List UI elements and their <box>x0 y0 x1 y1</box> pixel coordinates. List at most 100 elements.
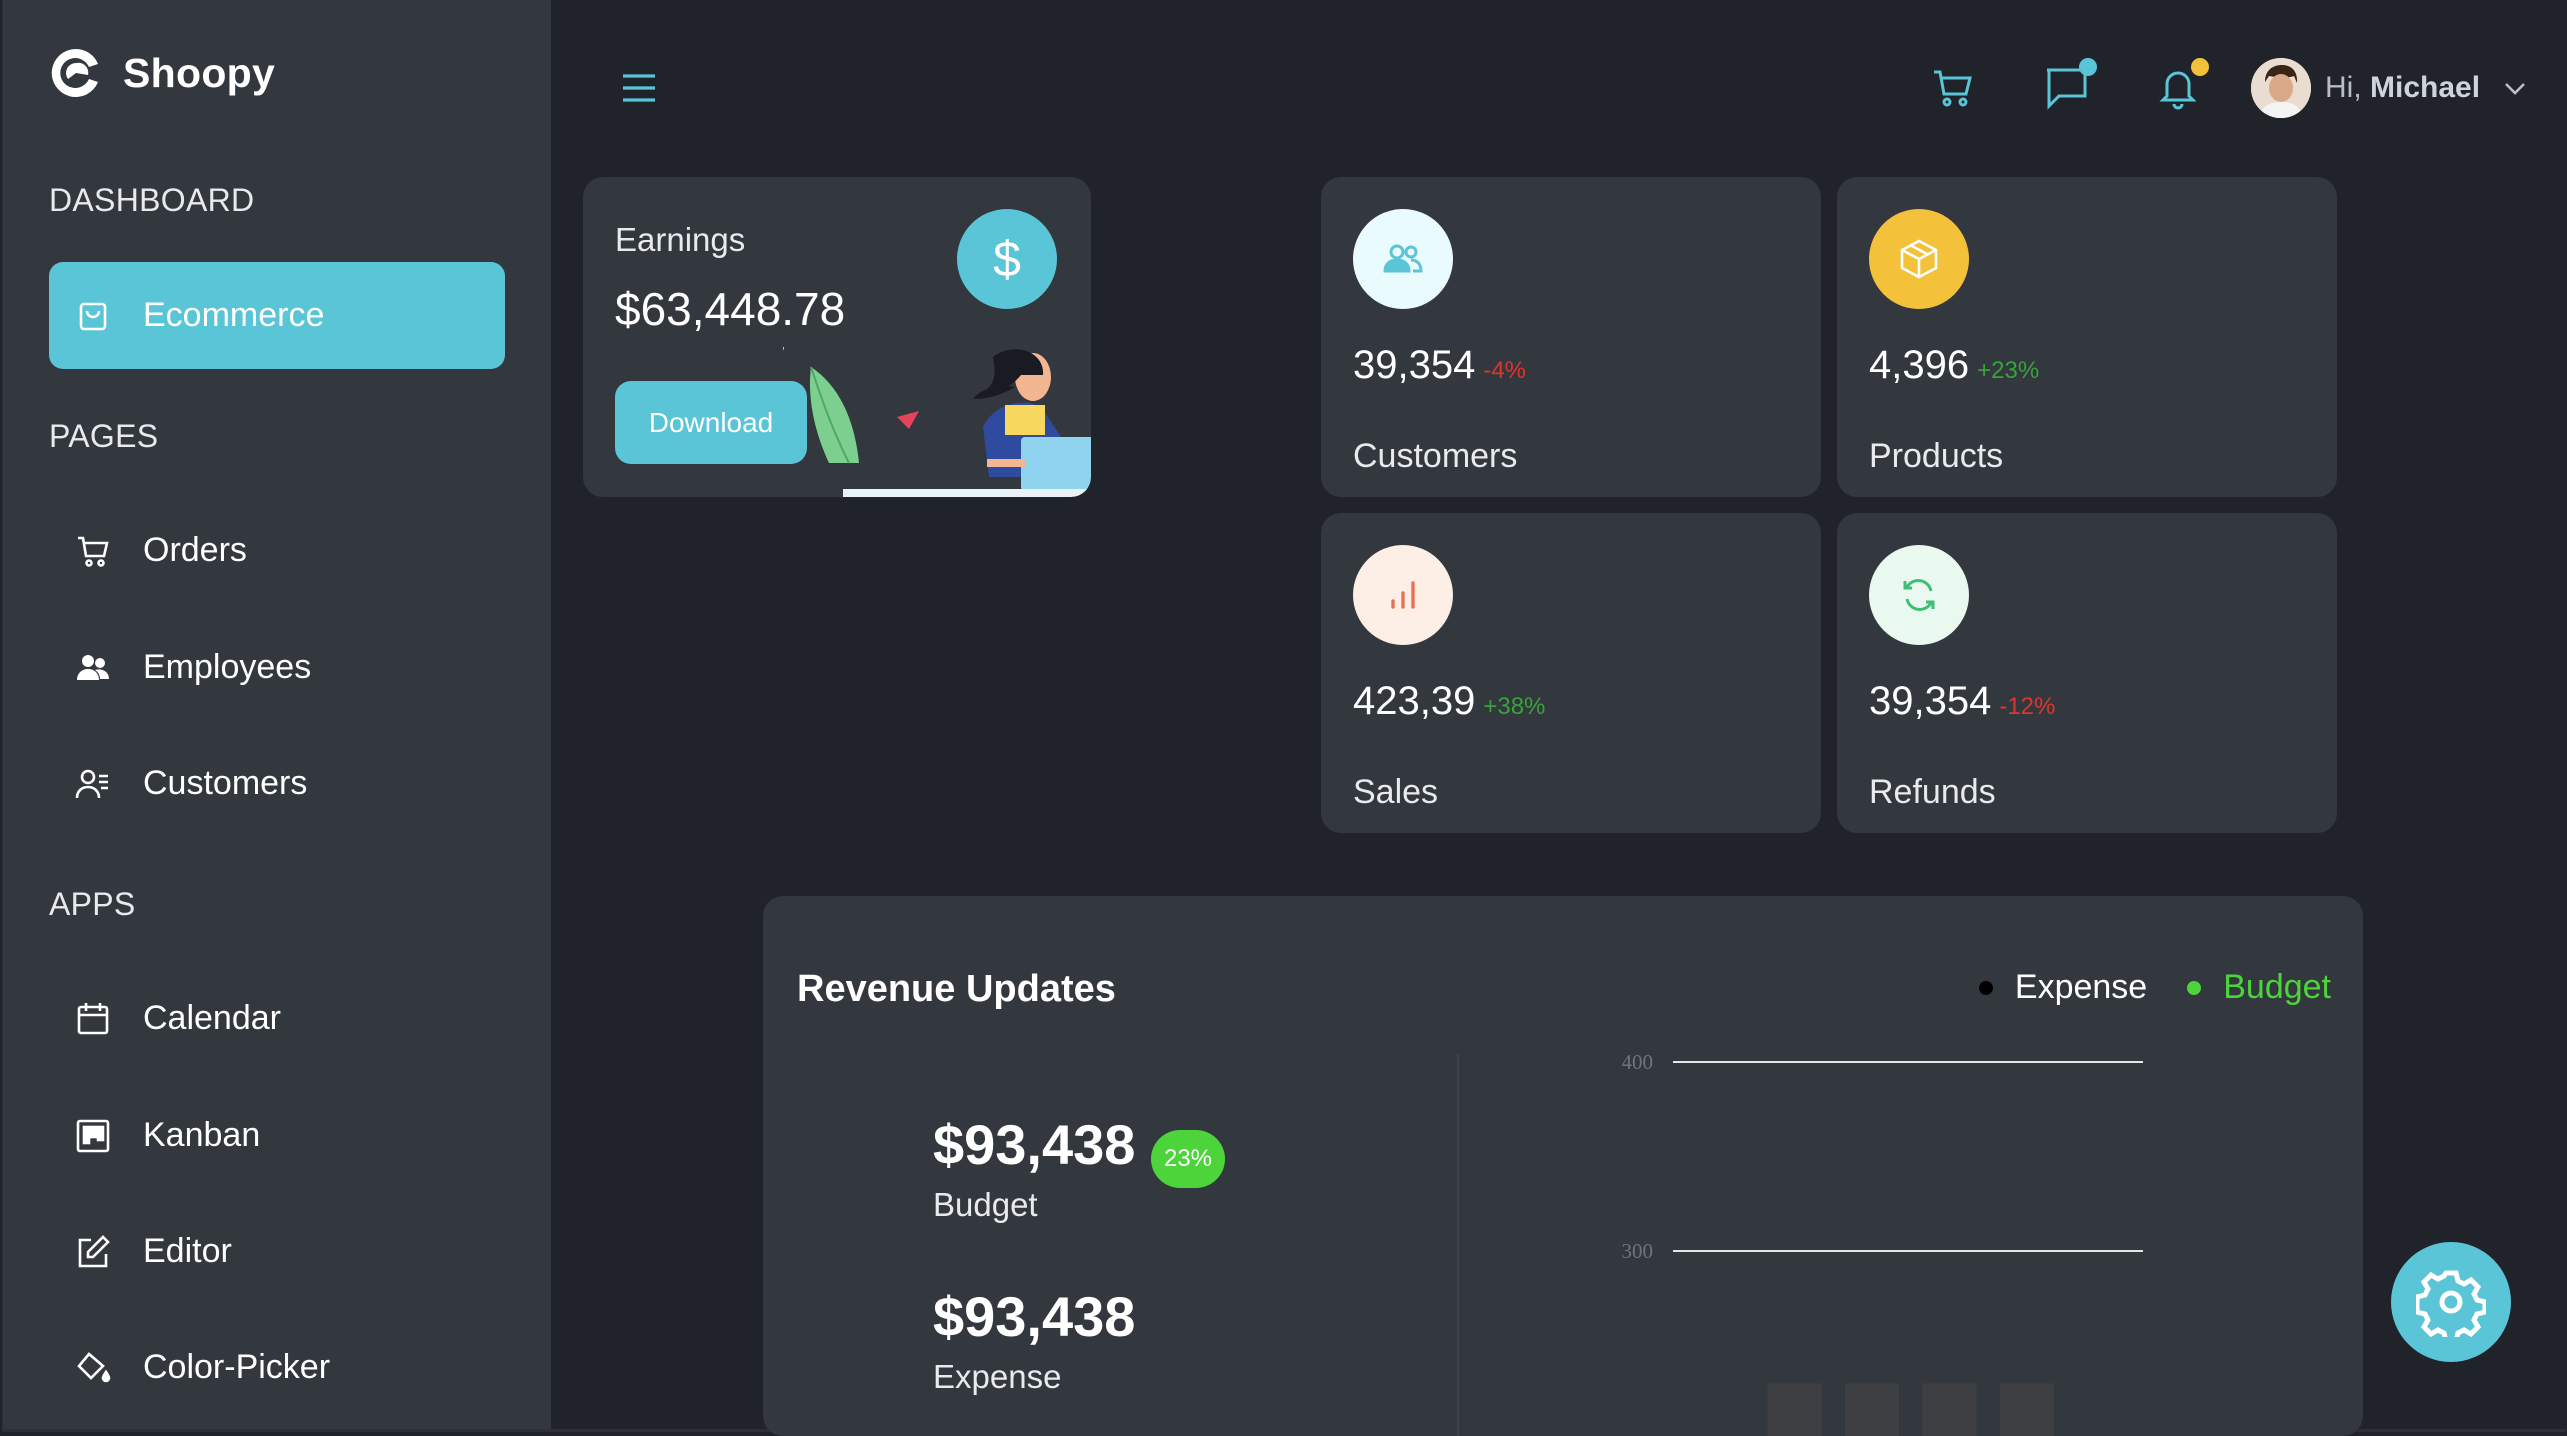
stat-icon-circle <box>1869 545 1969 645</box>
stat-value: 4,396 +23% <box>1869 343 2039 388</box>
stat-value: 39,354 -12% <box>1869 679 2055 724</box>
legend-item-expense[interactable]: Expense <box>1978 968 2148 1007</box>
settings-button[interactable] <box>2391 1242 2511 1362</box>
chevron-down-icon <box>2505 83 2525 95</box>
stat-change: +23% <box>1977 357 2040 384</box>
download-button[interactable]: Download <box>615 381 807 464</box>
stat-number: 39,354 <box>1869 679 1992 723</box>
earnings-title: Earnings <box>615 221 746 258</box>
chart-bar[interactable] <box>1922 1383 1977 1436</box>
sidebar-item-ecommerce[interactable]: Ecommerce <box>49 262 505 369</box>
stat-label: Customers <box>1353 437 1518 475</box>
budget-value: $93,438 <box>933 1113 1136 1176</box>
users-icon <box>1383 244 1423 273</box>
user-profile-menu[interactable]: Hi, Michael <box>2251 58 2528 118</box>
cart-icon <box>73 531 113 571</box>
divider <box>1457 1054 1459 1436</box>
sidebar-item-label: Kanban <box>143 1116 261 1154</box>
logo[interactable]: Shoopy <box>49 46 275 100</box>
legend-label: Budget <box>2223 968 2331 1006</box>
stat-card-products: 4,396 +23% Products <box>1837 177 2337 497</box>
sidebar-item-label: Customers <box>143 764 308 802</box>
y-tick-label: 400 <box>1622 1050 1654 1074</box>
budget-label: Budget <box>933 1186 1038 1223</box>
people-icon <box>73 648 113 688</box>
sidebar-item-label: Orders <box>143 531 247 569</box>
earnings-value: $63,448.78 <box>615 283 846 335</box>
legend-label: Expense <box>2014 968 2148 1006</box>
shopping-bag-icon <box>73 296 113 336</box>
chat-notification-dot <box>2079 58 2097 76</box>
legend-item-budget[interactable]: Budget <box>2187 968 2331 1007</box>
app-window: Shoopy DASHBOARD Ecommerce PAGES Orders … <box>2 0 2566 1436</box>
sidebar-item-label: Employees <box>143 648 312 686</box>
legend-dot <box>2187 980 2202 995</box>
stat-card-customers: 39,354 -4% Customers <box>1321 177 1821 497</box>
bar-chart-icon <box>1391 581 1415 609</box>
earnings-card: Earnings $63,448.78 $ Download <box>583 177 1091 497</box>
revenue-title: Revenue Updates <box>797 968 1116 1010</box>
revenue-updates-card: Revenue Updates Expense Budget $93,438 2… <box>763 896 2363 1436</box>
stat-card-refunds: 39,354 -12% Refunds <box>1837 513 2337 833</box>
customer-list-icon <box>73 764 113 804</box>
kanban-icon <box>73 1116 113 1156</box>
stat-label: Refunds <box>1869 773 1996 811</box>
refresh-icon <box>1903 579 1935 611</box>
greeting-label: Hi, <box>2325 71 2362 104</box>
gear-icon <box>2416 1270 2486 1337</box>
earnings-illustration <box>783 347 1091 497</box>
sidebar-item-employees[interactable]: Employees <box>49 614 505 721</box>
section-apps: APPS <box>49 886 136 922</box>
stat-value: 423,39 +38% <box>1353 679 1545 724</box>
dollar-icon: $ <box>957 209 1057 309</box>
sidebar: Shoopy DASHBOARD Ecommerce PAGES Orders … <box>3 0 551 1429</box>
y-tick-label: 300 <box>1622 1239 1654 1263</box>
sidebar-item-label: Editor <box>143 1232 232 1270</box>
menu-toggle-icon[interactable] <box>619 70 659 106</box>
edit-icon <box>73 1232 113 1272</box>
stat-change: -4% <box>1483 357 1527 384</box>
sidebar-item-color-picker[interactable]: Color-Picker <box>49 1314 505 1421</box>
section-dashboard: DASHBOARD <box>49 182 255 218</box>
bell-notification-dot <box>2191 58 2209 76</box>
budget-change-badge: 23% <box>1151 1130 1225 1188</box>
stat-change: -12% <box>1999 693 2056 720</box>
section-pages: PAGES <box>49 418 159 454</box>
sidebar-item-kanban[interactable]: Kanban <box>49 1082 505 1189</box>
chart-bar[interactable] <box>1845 1383 1899 1436</box>
sidebar-item-editor[interactable]: Editor <box>49 1198 505 1305</box>
box-icon <box>1900 239 1938 279</box>
stat-icon-circle <box>1353 545 1453 645</box>
stat-number: 39,354 <box>1353 343 1476 387</box>
chart-legend: Expense Budget <box>1939 968 2331 1007</box>
stat-card-sales: 423,39 +38% Sales <box>1321 513 1821 833</box>
calendar-icon <box>73 999 113 1039</box>
sidebar-item-label: Color-Picker <box>143 1348 331 1386</box>
legend-dot <box>1978 980 1993 995</box>
user-name: Michael <box>2370 71 2481 104</box>
stat-number: 423,39 <box>1353 679 1476 723</box>
sidebar-item-calendar[interactable]: Calendar <box>49 965 505 1072</box>
stat-label: Products <box>1869 437 2004 475</box>
avatar <box>2251 58 2311 118</box>
expense-label: Expense <box>933 1358 1062 1395</box>
stat-label: Sales <box>1353 773 1439 811</box>
sidebar-item-customers[interactable]: Customers <box>49 730 505 837</box>
sidebar-item-label: Ecommerce <box>143 296 325 334</box>
app-name: Shoopy <box>123 49 276 96</box>
sidebar-item-label: Calendar <box>143 999 281 1037</box>
chart-bar[interactable] <box>2000 1383 2054 1436</box>
chart-bar[interactable] <box>1767 1383 1822 1436</box>
cart-icon[interactable] <box>1931 64 1977 110</box>
paint-bucket-icon <box>73 1348 113 1388</box>
stat-change: +38% <box>1483 693 1546 720</box>
shoopy-logo-icon <box>51 48 98 97</box>
greeting-text: Hi, Michael <box>2325 71 2480 105</box>
stat-number: 4,396 <box>1869 343 1970 387</box>
expense-value: $93,438 <box>933 1285 1136 1348</box>
stat-icon-circle <box>1353 209 1453 309</box>
revenue-bar-chart: 400 300 <box>1622 1050 2143 1436</box>
stat-value: 39,354 -4% <box>1353 343 1526 388</box>
sidebar-item-orders[interactable]: Orders <box>49 497 505 604</box>
stat-icon-circle <box>1869 209 1969 309</box>
